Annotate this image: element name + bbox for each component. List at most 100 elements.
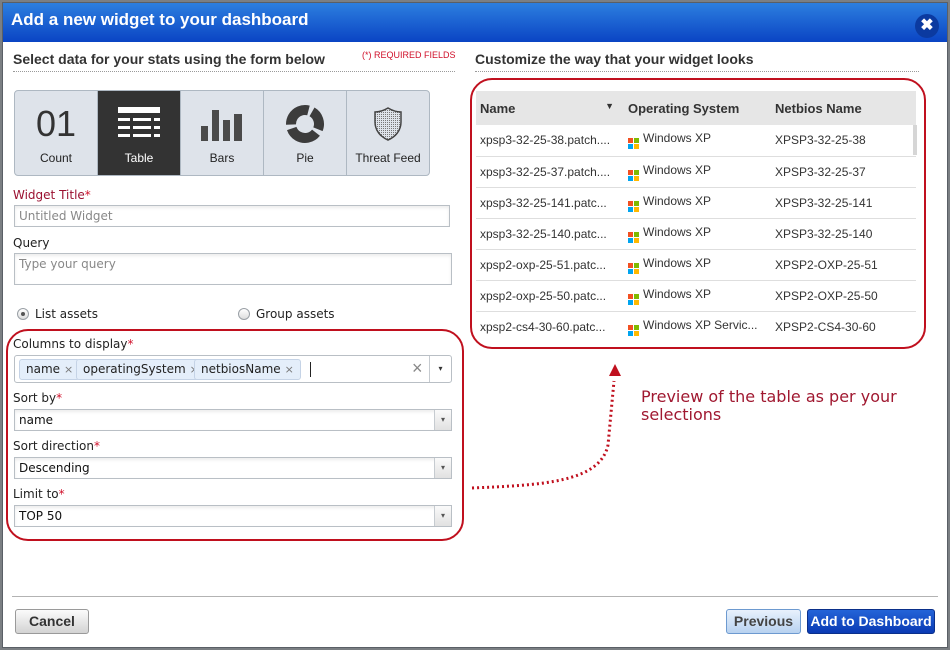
table-row[interactable]: xpsp3-32-25-37.patch.... Windows XP XPSP3-… — [476, 156, 916, 188]
widget-title-label: Widget Title* — [13, 188, 91, 202]
column-header-netbios[interactable]: Netbios Name — [771, 91, 916, 125]
widget-type-label: Table — [124, 151, 154, 165]
widget-type-bars[interactable]: Bars — [181, 91, 264, 175]
sort-by-value: name — [19, 413, 54, 427]
widget-type-table[interactable]: Table — [98, 91, 181, 175]
sort-desc-icon[interactable]: ▼ — [605, 101, 614, 111]
required-fields-note: (*) REQUIRED FIELDS — [362, 50, 456, 60]
cell-netbios: XPSP3-32-25-37 — [771, 156, 916, 188]
os-label: Windows XP — [643, 224, 712, 239]
list-assets-radio[interactable]: List assets — [17, 307, 98, 321]
limit-to-select[interactable]: TOP 50 ▾ — [14, 505, 452, 527]
group-assets-radio[interactable]: Group assets — [238, 307, 335, 321]
os-label: Windows XP — [643, 193, 712, 208]
right-section-heading: Customize the way that your widget looks — [475, 51, 919, 72]
windows-logo-icon — [628, 262, 639, 274]
sort-by-label: Sort by* — [13, 391, 63, 405]
table-scrollbar[interactable] — [913, 125, 917, 155]
windows-logo-icon — [628, 324, 639, 336]
bar-chart-icon — [181, 105, 263, 143]
widget-type-pie[interactable]: Pie — [264, 91, 347, 175]
column-tag-name: name × — [19, 359, 81, 380]
cell-os: Windows XP — [624, 249, 771, 281]
cell-name: xpsp3-32-25-140.patc... — [476, 218, 624, 250]
widget-type-label: Count — [39, 151, 73, 165]
cell-name: xpsp3-32-25-141.patc... — [476, 187, 624, 219]
sort-direction-label: Sort direction* — [13, 439, 100, 453]
chevron-down-icon[interactable]: ▾ — [434, 458, 451, 478]
column-header-name[interactable]: Name ▼ — [476, 91, 624, 125]
table-icon — [98, 105, 180, 143]
chevron-down-icon[interactable]: ▾ — [434, 410, 451, 430]
cell-name: xpsp2-cs4-30-60.patc... — [476, 311, 624, 338]
column-tag-operatingsystem: operatingSystem× — [76, 359, 206, 380]
sort-direction-select[interactable]: Descending ▾ — [14, 457, 452, 479]
arrow-head-icon — [609, 364, 621, 376]
cell-netbios: XPSP2-CS4-30-60 — [771, 311, 916, 338]
widget-title-input[interactable]: Untitled Widget — [14, 205, 450, 227]
radio-unselected-icon — [238, 308, 250, 320]
widget-type-label: Threat Feed — [355, 151, 421, 165]
windows-logo-icon — [628, 169, 639, 181]
dialog-title: Add a new widget to your dashboard — [11, 10, 309, 29]
cell-netbios: XPSP3-32-25-38 — [771, 125, 916, 157]
dialog-titlebar: Add a new widget to your dashboard ✖ — [3, 3, 947, 42]
widget-type-label: Pie — [296, 151, 314, 165]
footer-divider — [12, 596, 938, 597]
cell-netbios: XPSP3-32-25-141 — [771, 187, 916, 219]
table-row[interactable]: xpsp3-32-25-38.patch.... Windows XP XPSP3-… — [476, 125, 916, 157]
table-row[interactable]: xpsp2-oxp-25-51.patc... Windows XP XPSP2-O… — [476, 249, 916, 281]
cell-os: Windows XP Servic... — [624, 311, 771, 338]
cell-name: xpsp3-32-25-38.patch.... — [476, 125, 624, 157]
os-label: Windows XP — [643, 255, 712, 270]
cell-netbios: XPSP3-32-25-140 — [771, 218, 916, 250]
chevron-down-icon[interactable]: ▾ — [429, 356, 451, 382]
table-row[interactable]: xpsp3-32-25-140.patc... Windows XP XPSP3-3… — [476, 218, 916, 250]
previous-button[interactable]: Previous — [726, 609, 801, 634]
text-cursor — [310, 362, 311, 377]
limit-to-value: TOP 50 — [19, 509, 63, 523]
cell-os: Windows XP — [624, 125, 771, 157]
sort-by-select[interactable]: name ▾ — [14, 409, 452, 431]
cancel-button[interactable]: Cancel — [15, 609, 89, 634]
table-row[interactable]: xpsp2-oxp-25-50.patc... Windows XP XPSP2-O… — [476, 280, 916, 312]
windows-logo-icon — [628, 138, 639, 150]
windows-logo-icon — [628, 231, 639, 243]
column-header-os[interactable]: Operating System — [624, 91, 771, 125]
annotation-arrow — [471, 364, 621, 490]
windows-logo-icon — [628, 293, 639, 305]
shield-icon — [347, 105, 429, 143]
radio-label: Group assets — [256, 307, 335, 321]
pie-chart-icon — [264, 105, 346, 143]
columns-multiselect[interactable]: name× operatingSystem× netbiosName× × ▾ — [14, 355, 452, 383]
cell-os: Windows XP — [624, 280, 771, 312]
columns-label: Columns to display* — [13, 337, 134, 351]
query-input[interactable]: Type your query — [14, 253, 452, 285]
os-label: Windows XP — [643, 162, 712, 177]
query-label: Query — [13, 236, 50, 250]
windows-logo-icon — [628, 200, 639, 212]
cell-name: xpsp2-oxp-25-50.patc... — [476, 280, 624, 312]
widget-type-selector: 01 Count Table Bars Pie Threat Feed — [14, 90, 430, 176]
remove-tag-icon[interactable]: × — [64, 363, 73, 376]
cell-name: xpsp3-32-25-37.patch.... — [476, 156, 624, 188]
remove-tag-icon[interactable]: × — [285, 363, 294, 376]
table-row[interactable]: xpsp2-cs4-30-60.patc... Windows XP Servic… — [476, 311, 916, 338]
count-01-icon: 01 — [35, 103, 77, 144]
cell-os: Windows XP — [624, 187, 771, 219]
close-icon[interactable]: ✖ — [915, 14, 939, 38]
radio-selected-icon — [17, 308, 29, 320]
widget-type-label: Bars — [209, 151, 235, 165]
chevron-down-icon[interactable]: ▾ — [434, 506, 451, 526]
cell-os: Windows XP — [624, 156, 771, 188]
widget-type-count[interactable]: 01 Count — [15, 91, 98, 175]
annotation-text: Preview of the table as per your selecti… — [641, 387, 897, 424]
cell-name: xpsp2-oxp-25-51.patc... — [476, 249, 624, 281]
cell-os: Windows XP — [624, 218, 771, 250]
clear-all-icon[interactable]: × — [412, 358, 423, 379]
add-to-dashboard-button[interactable]: Add to Dashboard — [807, 609, 935, 634]
table-row[interactable]: xpsp3-32-25-141.patc... Windows XP XPSP3-3… — [476, 187, 916, 219]
limit-to-label: Limit to* — [13, 487, 65, 501]
widget-type-threat-feed[interactable]: Threat Feed — [347, 91, 429, 175]
os-label: Windows XP Servic... — [643, 317, 758, 332]
